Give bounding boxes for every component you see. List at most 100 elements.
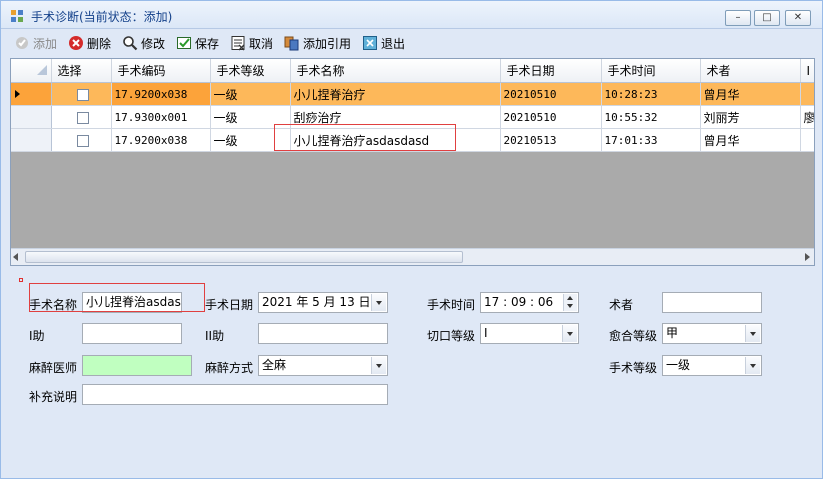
incision-level-select[interactable]: I [480, 323, 579, 344]
chevron-down-icon[interactable] [745, 357, 760, 374]
assist2-input[interactable] [258, 323, 388, 344]
surgeon-input[interactable] [662, 292, 762, 313]
spin-down-icon[interactable] [567, 304, 573, 308]
cell-code[interactable]: 17.9200x038 [111, 128, 211, 152]
annotation-rect-form [29, 283, 205, 312]
exit-icon [363, 36, 377, 50]
assist1-label: I助 [29, 329, 45, 343]
anesthesia-method-value: 全麻 [262, 358, 287, 372]
cancel-label: 取消 [249, 36, 274, 51]
col-extra[interactable]: I [800, 59, 814, 83]
surgery-time-label: 手术时间 [427, 298, 476, 312]
grid-header: 选择 手术编码 手术等级 手术名称 手术日期 手术时间 术者 I [11, 59, 814, 83]
cell-surgeon[interactable]: 刘丽芳 [700, 105, 801, 129]
cell-extra[interactable] [800, 82, 814, 106]
col-surgeon[interactable]: 术者 [700, 59, 801, 83]
surgery-time-stepper[interactable]: 17 : 09 : 06 [480, 292, 579, 313]
close-button[interactable]: ✕ [785, 10, 811, 26]
scrollbar-thumb[interactable] [25, 251, 463, 263]
header-corner[interactable] [11, 59, 52, 83]
current-row-arrow-icon [15, 90, 20, 98]
surgery-grid[interactable]: 选择 手术编码 手术等级 手术名称 手术日期 手术时间 术者 I 17.9200… [10, 58, 815, 266]
reference-icon [284, 36, 299, 51]
cell-extra[interactable] [800, 128, 814, 152]
delete-icon [69, 36, 83, 50]
cell-time[interactable]: 10:28:23 [601, 82, 701, 106]
cell-surgeon[interactable]: 曾月华 [700, 128, 801, 152]
healing-level-label: 愈合等级 [609, 329, 658, 343]
row-header[interactable] [11, 82, 52, 106]
chevron-down-icon[interactable] [371, 357, 386, 374]
checkbox-box[interactable] [76, 88, 89, 101]
col-time[interactable]: 手术时间 [601, 59, 701, 83]
time-spin-buttons[interactable] [563, 294, 577, 311]
scroll-right-icon[interactable] [805, 253, 810, 261]
healing-level-select[interactable]: 甲 [662, 323, 762, 344]
anesthesia-method-select[interactable]: 全麻 [258, 355, 388, 376]
cell-code[interactable]: 17.9200x038 [111, 82, 211, 106]
cell-time[interactable]: 17:01:33 [601, 128, 701, 152]
save-label: 保存 [195, 36, 220, 51]
select-checkbox[interactable] [51, 128, 112, 152]
cell-code[interactable]: 17.9300x001 [111, 105, 211, 129]
edit-label: 修改 [141, 36, 166, 51]
anesthetist-label: 麻醉医师 [29, 361, 78, 375]
table-row[interactable]: 17.9200x038 一级 小儿捏脊治疗 20210510 10:28:23 … [11, 82, 814, 106]
select-checkbox[interactable] [51, 105, 112, 129]
anesthesia-method-label: 麻醉方式 [205, 361, 254, 375]
cell-date[interactable]: 20210510 [500, 105, 602, 129]
delete-label: 删除 [87, 36, 112, 51]
minimize-button[interactable]: – [725, 10, 751, 26]
surgery-date-picker[interactable]: 2021 年 5 月 13 日 [258, 292, 388, 313]
checkbox-box[interactable] [76, 111, 89, 124]
title-bar: 手术诊断(当前状态：添加) – □ ✕ [1, 1, 822, 29]
maximize-button[interactable]: □ [754, 10, 780, 26]
magnifier-icon [123, 36, 138, 51]
col-level[interactable]: 手术等级 [210, 59, 291, 83]
chevron-down-icon[interactable] [562, 325, 577, 342]
calendar-dropdown-icon[interactable] [371, 294, 386, 311]
cell-surgeon[interactable]: 曾月华 [700, 82, 801, 106]
check-icon [16, 37, 28, 49]
incision-level-value: I [484, 326, 488, 340]
exit-label: 退出 [381, 36, 406, 51]
incision-level-label: 切口等级 [427, 329, 476, 343]
surgery-level-select[interactable]: 一级 [662, 355, 762, 376]
assist1-input[interactable] [82, 323, 182, 344]
save-icon [177, 37, 191, 49]
row-header[interactable] [11, 105, 52, 129]
col-name[interactable]: 手术名称 [290, 59, 501, 83]
spin-up-icon[interactable] [567, 296, 573, 300]
col-date[interactable]: 手术日期 [500, 59, 602, 83]
add-reference-button[interactable]: 添加引用 [284, 34, 351, 52]
add-button[interactable]: 添加 [14, 34, 57, 52]
horizontal-scrollbar[interactable] [11, 248, 814, 265]
anesthetist-input[interactable] [82, 355, 192, 376]
scroll-left-icon[interactable] [13, 253, 18, 261]
cell-date[interactable]: 20210510 [500, 82, 602, 106]
surgery-date-label: 手术日期 [205, 298, 254, 312]
cell-extra[interactable]: 廖 [800, 105, 814, 129]
edit-button[interactable]: 修改 [122, 34, 165, 52]
cell-level[interactable]: 一级 [210, 82, 291, 106]
select-all-icon [37, 65, 47, 75]
delete-button[interactable]: 删除 [68, 34, 111, 52]
save-button[interactable]: 保存 [176, 34, 219, 52]
row-header[interactable] [11, 128, 52, 152]
cell-name[interactable]: 小儿捏脊治疗 [290, 82, 501, 106]
detail-form: 手术名称 小儿捏脊治asdasd 手术日期 2021 年 5 月 13 日 手术… [1, 269, 822, 478]
add-reference-label: 添加引用 [303, 36, 352, 51]
surgeon-label: 术者 [609, 298, 634, 312]
notes-input[interactable] [82, 384, 388, 405]
cancel-button[interactable]: 取消 [230, 34, 273, 52]
surgery-diagnosis-window: 手术诊断(当前状态：添加) – □ ✕ 添加 删除 修改 保存 取消 添加引用 [0, 0, 823, 479]
checkbox-box[interactable] [76, 134, 89, 147]
select-checkbox[interactable] [51, 82, 112, 106]
cell-time[interactable]: 10:55:32 [601, 105, 701, 129]
col-select[interactable]: 选择 [51, 59, 112, 83]
exit-button[interactable]: 退出 [362, 34, 405, 52]
chevron-down-icon[interactable] [745, 325, 760, 342]
window-title: 手术诊断(当前状态：添加) [31, 10, 173, 24]
cell-date[interactable]: 20210513 [500, 128, 602, 152]
col-code[interactable]: 手术编码 [111, 59, 211, 83]
